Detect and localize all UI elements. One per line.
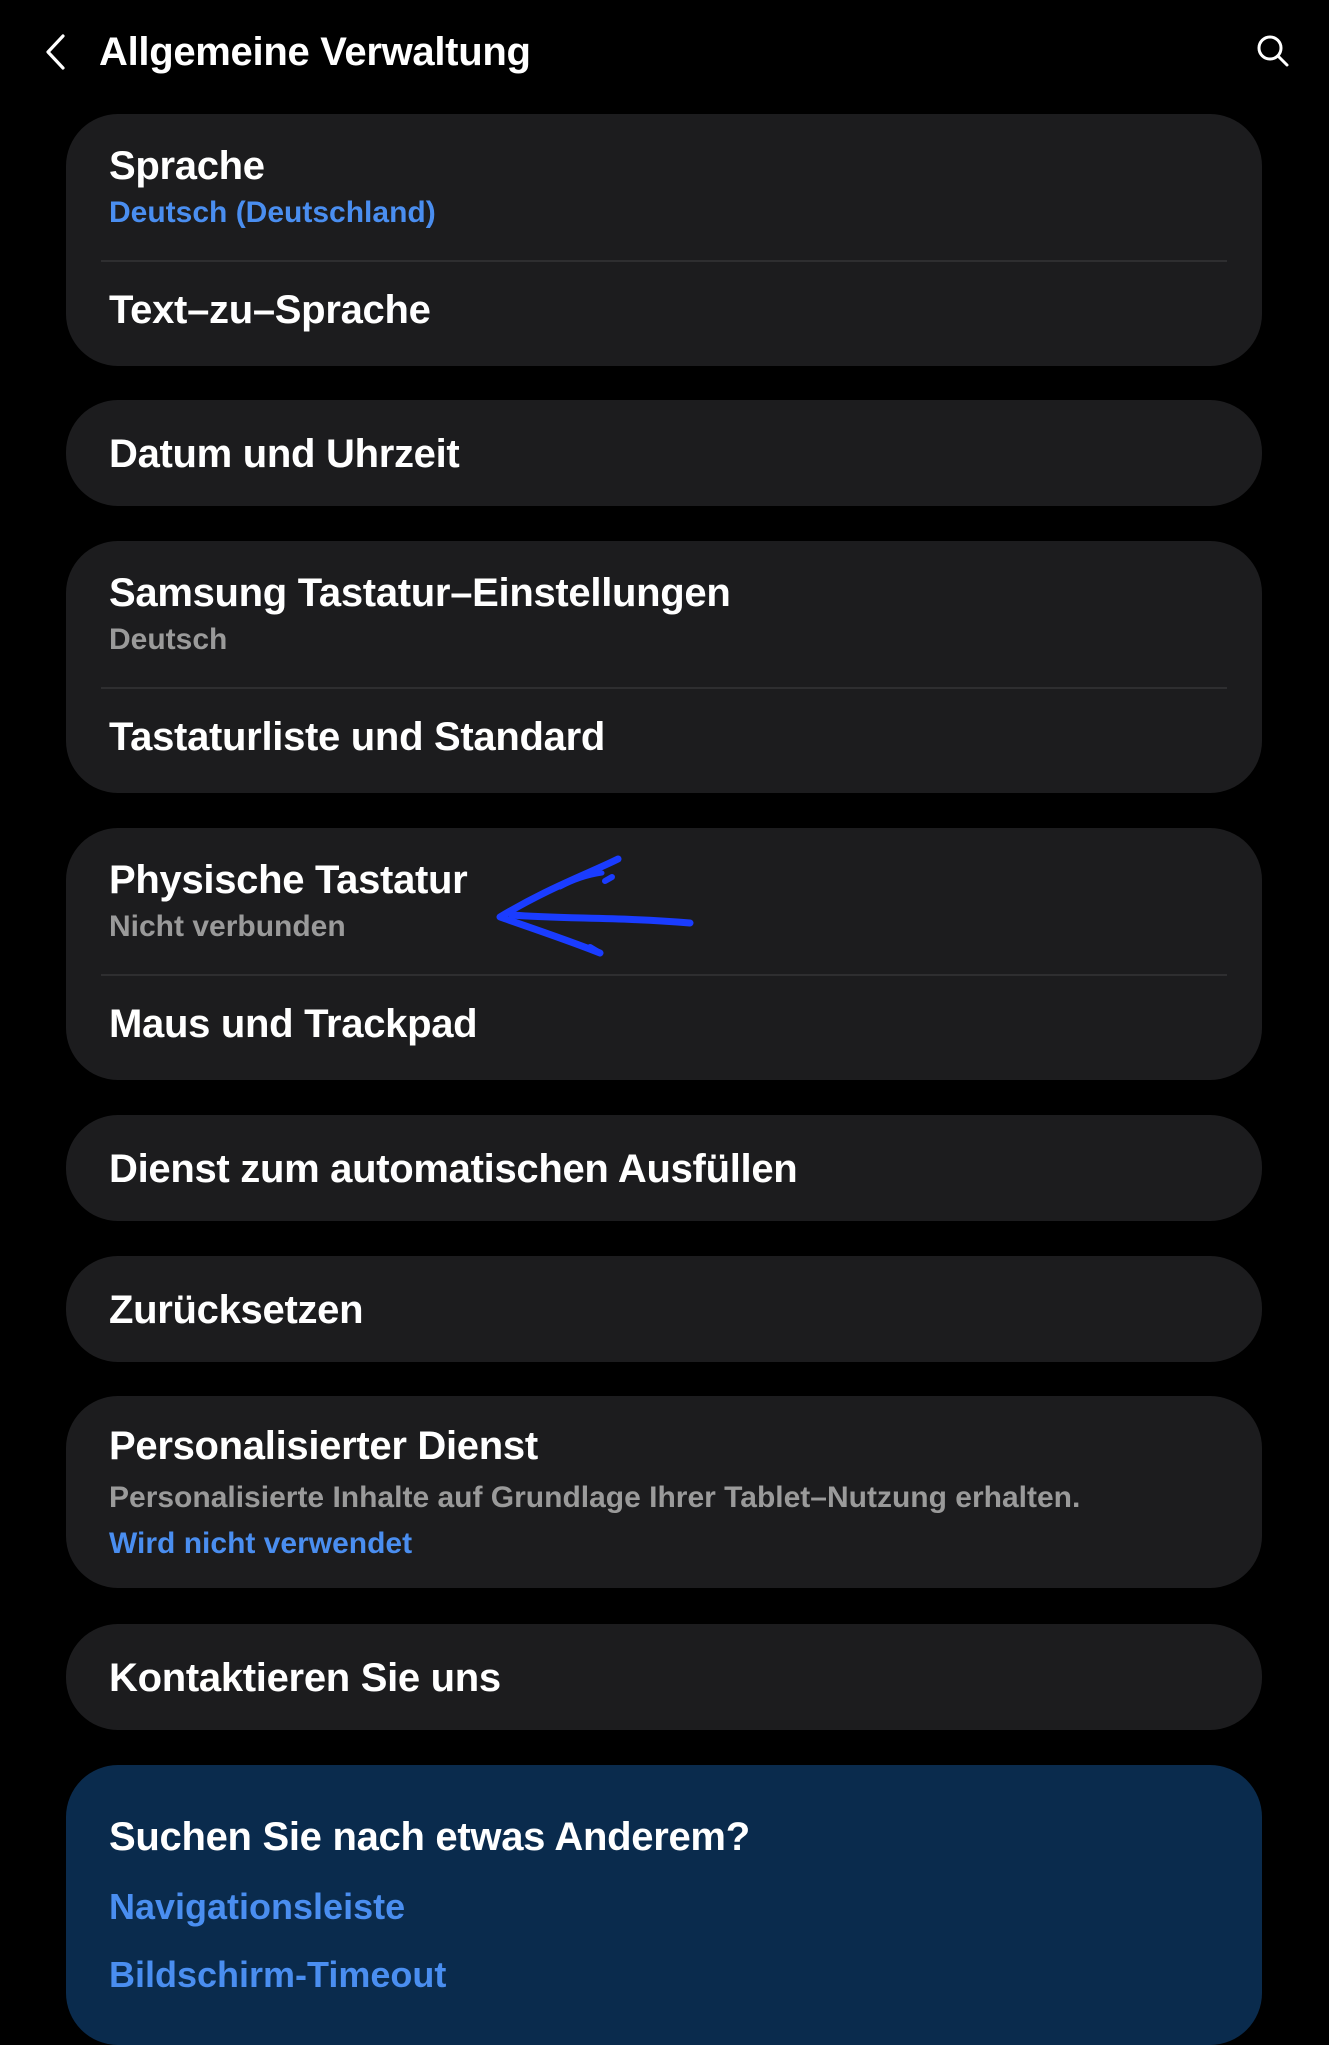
autofill-item[interactable]: Dienst zum automatischen Ausfüllen bbox=[66, 1115, 1262, 1221]
search-icon bbox=[1257, 35, 1289, 67]
language-item[interactable]: Sprache Deutsch (Deutschland) bbox=[66, 114, 1262, 261]
suggestions-card: Suchen Sie nach etwas Anderem? Navigatio… bbox=[66, 1765, 1262, 2045]
chevron-left-icon bbox=[46, 34, 65, 70]
personalized-service-status: Wird nicht verwendet bbox=[109, 1527, 413, 1560]
reset-item[interactable]: Zurücksetzen bbox=[66, 1256, 1262, 1362]
language-card: Sprache Deutsch (Deutschland) Text–zu–Sp… bbox=[66, 114, 1262, 366]
samsung-keyboard-item[interactable]: Samsung Tastatur–Einstellungen Deutsch bbox=[66, 541, 1262, 688]
reset-card: Zurücksetzen bbox=[66, 1256, 1262, 1362]
contact-title: Kontaktieren Sie uns bbox=[109, 1656, 501, 1700]
back-button[interactable] bbox=[36, 28, 76, 76]
suggestion-link-bildschirm-timeout[interactable]: Bildschirm-Timeout bbox=[109, 1953, 446, 1997]
suggestions-heading: Suchen Sie nach etwas Anderem? bbox=[109, 1815, 750, 1859]
search-button[interactable] bbox=[1250, 28, 1296, 74]
contact-card: Kontaktieren Sie uns bbox=[66, 1624, 1262, 1730]
language-title: Sprache bbox=[109, 144, 265, 188]
hand-drawn-arrow-annotation bbox=[496, 855, 694, 957]
physical-keyboard-subtitle: Nicht verbunden bbox=[109, 910, 346, 943]
keyboard-list-item[interactable]: Tastaturliste und Standard bbox=[66, 689, 1262, 793]
autofill-card: Dienst zum automatischen Ausfüllen bbox=[66, 1115, 1262, 1221]
datetime-item[interactable]: Datum und Uhrzeit bbox=[66, 400, 1262, 506]
personalized-service-card: Personalisierter Dienst Personalisierte … bbox=[66, 1396, 1262, 1588]
physical-keyboard-title: Physische Tastatur bbox=[109, 858, 468, 902]
top-app-bar: Allgemeine Verwaltung bbox=[0, 0, 1329, 110]
personalized-service-title: Personalisierter Dienst bbox=[109, 1424, 538, 1468]
reset-title: Zurücksetzen bbox=[109, 1288, 364, 1332]
datetime-card: Datum und Uhrzeit bbox=[66, 400, 1262, 506]
suggestion-link-navigationsleiste[interactable]: Navigationsleiste bbox=[109, 1885, 405, 1929]
personalized-service-description: Personalisierte Inhalte auf Grundlage Ih… bbox=[109, 1481, 1081, 1514]
mouse-trackpad-item[interactable]: Maus und Trackpad bbox=[66, 976, 1262, 1080]
datetime-title: Datum und Uhrzeit bbox=[109, 432, 460, 476]
personalized-service-item[interactable]: Personalisierter Dienst Personalisierte … bbox=[66, 1396, 1262, 1588]
contact-item[interactable]: Kontaktieren Sie uns bbox=[66, 1624, 1262, 1730]
keyboard-list-title: Tastaturliste und Standard bbox=[109, 715, 605, 759]
autofill-title: Dienst zum automatischen Ausfüllen bbox=[109, 1147, 798, 1191]
samsung-keyboard-subtitle: Deutsch bbox=[109, 623, 228, 656]
samsung-keyboard-title: Samsung Tastatur–Einstellungen bbox=[109, 571, 731, 615]
tts-title: Text–zu–Sprache bbox=[109, 288, 431, 332]
language-subtitle: Deutsch (Deutschland) bbox=[109, 196, 436, 229]
tts-item[interactable]: Text–zu–Sprache bbox=[66, 262, 1262, 366]
keyboard-card: Samsung Tastatur–Einstellungen Deutsch T… bbox=[66, 541, 1262, 793]
mouse-trackpad-title: Maus und Trackpad bbox=[109, 1002, 478, 1046]
page-title: Allgemeine Verwaltung bbox=[99, 30, 531, 74]
